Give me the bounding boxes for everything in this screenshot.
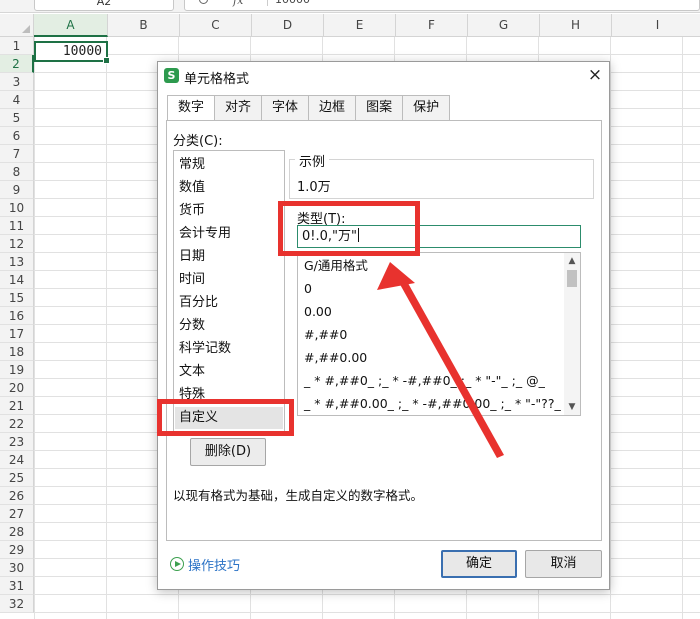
row-header-8[interactable]: 8 — [0, 163, 34, 181]
column-header-e[interactable]: E — [324, 14, 396, 37]
format-item[interactable]: 0.00 — [304, 301, 332, 323]
dialog-titlebar[interactable]: S 单元格格式 × — [158, 62, 609, 90]
formula-input[interactable]: fx 10000 — [184, 0, 700, 11]
row-header-4[interactable]: 4 — [0, 91, 34, 109]
row-header-27[interactable]: 27 — [0, 505, 34, 523]
row-header-25[interactable]: 25 — [0, 469, 34, 487]
format-item[interactable]: G/通用格式 — [304, 255, 368, 277]
category-list[interactable]: 常规 数值 货币 会计专用 日期 时间 百分比 分数 科学记数 文本 特殊 自定… — [173, 150, 285, 433]
name-box[interactable]: A2 — [34, 0, 174, 11]
row-header-30[interactable]: 30 — [0, 559, 34, 577]
row-header-28[interactable]: 28 — [0, 523, 34, 541]
row-header-21[interactable]: 21 — [0, 397, 34, 415]
tab-bar: 数字 对齐 字体 边框 图案 保护 — [167, 95, 451, 122]
row-header-10[interactable]: 10 — [0, 199, 34, 217]
close-icon[interactable]: × — [585, 66, 605, 86]
row-header-32[interactable]: 32 — [0, 595, 34, 613]
app-logo-icon: S — [164, 68, 179, 83]
format-list-scrollbar[interactable]: ▲ ▼ — [564, 253, 580, 415]
tab-font[interactable]: 字体 — [261, 95, 310, 120]
row-header-2[interactable]: 2 — [0, 55, 34, 73]
column-header-d[interactable]: D — [252, 14, 324, 37]
row-header-22[interactable]: 22 — [0, 415, 34, 433]
row-header-12[interactable]: 12 — [0, 235, 34, 253]
sample-value: 1.0万 — [297, 180, 331, 195]
category-item-currency[interactable]: 货币 — [179, 200, 205, 222]
row-header-29[interactable]: 29 — [0, 541, 34, 559]
ok-button[interactable]: 确定 — [441, 550, 517, 578]
row-header-9[interactable]: 9 — [0, 181, 34, 199]
category-label: 分类(C): — [173, 134, 223, 149]
format-item[interactable]: 0 — [304, 278, 312, 300]
format-list[interactable]: G/通用格式 0 0.00 #,##0 #,##0.00 _ * #,##0_ … — [297, 252, 581, 416]
column-header-i[interactable]: I — [612, 14, 700, 37]
row-header-24[interactable]: 24 — [0, 451, 34, 469]
row-header-20[interactable]: 20 — [0, 379, 34, 397]
row-header-23[interactable]: 23 — [0, 433, 34, 451]
category-item-time[interactable]: 时间 — [179, 269, 205, 291]
scroll-thumb[interactable] — [567, 270, 577, 287]
row-header-16[interactable]: 16 — [0, 307, 34, 325]
column-header-c[interactable]: C — [180, 14, 252, 37]
row-header-11[interactable]: 11 — [0, 217, 34, 235]
description-text: 以现有格式为基础，生成自定义的数字格式。 — [173, 488, 424, 503]
cancel-button[interactable]: 取消 — [525, 550, 602, 578]
tab-number[interactable]: 数字 — [167, 95, 216, 122]
format-item[interactable]: #,##0.00 — [304, 347, 367, 369]
active-cell-a2[interactable]: 10000 — [34, 41, 110, 64]
select-all-corner[interactable] — [0, 14, 34, 37]
column-header-b[interactable]: B — [108, 14, 180, 37]
sample-legend: 示例 — [295, 151, 330, 170]
row-header-14[interactable]: 14 — [0, 271, 34, 289]
column-header-h[interactable]: H — [540, 14, 612, 37]
category-item-accounting[interactable]: 会计专用 — [179, 223, 231, 245]
row-header-31[interactable]: 31 — [0, 577, 34, 595]
highlight-type-box — [278, 201, 420, 256]
row-header-7[interactable]: 7 — [0, 145, 34, 163]
row-header-18[interactable]: 18 — [0, 343, 34, 361]
highlight-custom-box — [157, 399, 294, 436]
format-cells-dialog: S 单元格格式 × 数字 对齐 字体 边框 图案 保护 分类(C): 常规 数值… — [157, 61, 610, 590]
category-item-text[interactable]: 文本 — [179, 361, 205, 383]
row-header-19[interactable]: 19 — [0, 361, 34, 379]
tips-link[interactable]: 操作技巧 — [170, 555, 240, 574]
row-header-6[interactable]: 6 — [0, 127, 34, 145]
tab-protection[interactable]: 保护 — [402, 95, 451, 120]
row-header-3[interactable]: 3 — [0, 73, 34, 91]
column-header-g[interactable]: G — [468, 14, 540, 37]
fx-icon[interactable]: fx — [233, 0, 243, 7]
format-item[interactable]: _ * #,##0.00_ ;_ * -#,##0.00_ ;_ * "-"??… — [304, 393, 580, 415]
tab-alignment[interactable]: 对齐 — [214, 95, 263, 120]
column-header-a[interactable]: A — [34, 14, 108, 37]
row-header-17[interactable]: 17 — [0, 325, 34, 343]
formula-bar: A2 fx 10000 — [0, 0, 700, 13]
category-item-fraction[interactable]: 分数 — [179, 315, 205, 337]
row-header-1[interactable]: 1 — [0, 37, 34, 55]
category-item-date[interactable]: 日期 — [179, 246, 205, 268]
category-item-scientific[interactable]: 科学记数 — [179, 338, 231, 360]
sample-group — [289, 159, 594, 199]
dialog-title: 单元格格式 — [184, 72, 250, 87]
format-item[interactable]: #,##0 — [304, 324, 347, 346]
row-header-13[interactable]: 13 — [0, 253, 34, 271]
category-item-percentage[interactable]: 百分比 — [179, 292, 218, 314]
scroll-up-icon[interactable]: ▲ — [567, 255, 577, 267]
delete-button[interactable]: 删除(D) — [190, 438, 266, 466]
row-header-15[interactable]: 15 — [0, 289, 34, 307]
row-header-5[interactable]: 5 — [0, 109, 34, 127]
category-item-general[interactable]: 常规 — [179, 154, 205, 176]
category-item-number[interactable]: 数值 — [179, 177, 205, 199]
scroll-down-icon[interactable]: ▼ — [567, 401, 577, 413]
tab-pattern[interactable]: 图案 — [355, 95, 404, 120]
formula-separator — [267, 0, 268, 6]
format-item[interactable]: _ * #,##0_ ;_ * -#,##0_ ;_ * "-"_ ;_ @_ — [304, 370, 545, 392]
search-icon[interactable] — [199, 0, 208, 4]
row-header-26[interactable]: 26 — [0, 487, 34, 505]
tab-border[interactable]: 边框 — [308, 95, 357, 120]
column-header-f[interactable]: F — [396, 14, 468, 37]
play-circle-icon[interactable] — [170, 557, 184, 571]
tips-link-label[interactable]: 操作技巧 — [188, 555, 240, 574]
formula-value[interactable]: 10000 — [275, 0, 310, 6]
